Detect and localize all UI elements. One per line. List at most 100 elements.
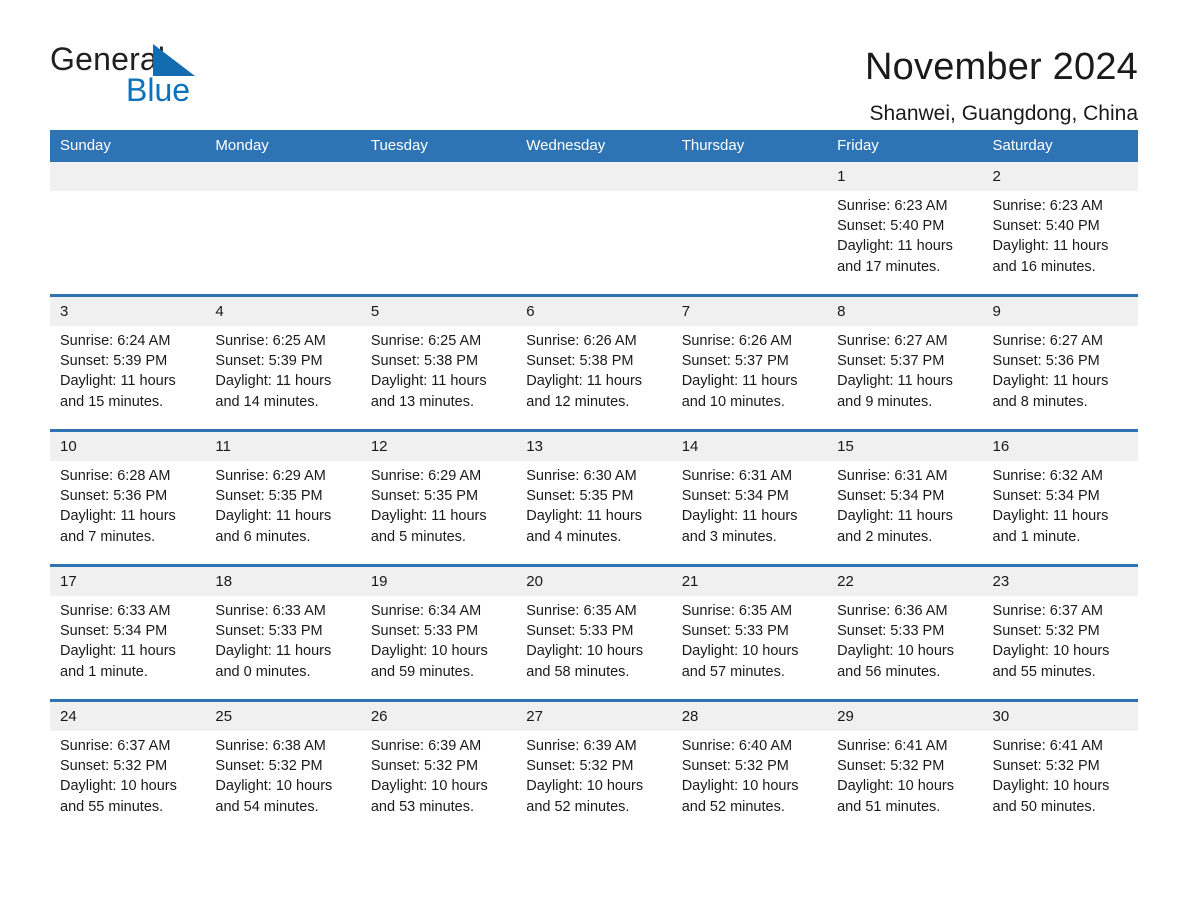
day-number: 17 [50, 567, 206, 596]
sunrise-time: Sunrise: 6:25 AM [370, 333, 482, 349]
day-number: 22 [827, 567, 983, 596]
calendar-day-cell[interactable]: 13 Sunrise: 6:30 AM Sunset: 5:35 PM Dayligh… [516, 429, 672, 566]
calendar-day-cell[interactable]: 6 Sunrise: 6:26 AM Sunset: 5:38 PM Daylight… [516, 294, 672, 431]
daylight-duration-line1: Daylight: 10 hours [992, 643, 1110, 660]
day-details: Sunrise: 6:41 AM Sunset: 5:32 PM Daylight:… [983, 731, 1138, 817]
calendar-day-cell-empty [516, 162, 672, 296]
day-details: Sunrise: 6:37 AM Sunset: 5:32 PM Daylight:… [50, 731, 205, 817]
daylight-duration-line1: Daylight: 11 hours [215, 643, 332, 660]
daylight-duration-line1: Daylight: 11 hours [837, 508, 953, 525]
calendar-day-cell[interactable]: 1 Sunrise: 6:23 AM Sunset: 5:40 PM Daylight… [827, 162, 983, 296]
calendar-day-cell[interactable]: 24 Sunrise: 6:37 AM Sunset: 5:32 PM Dayligh… [50, 699, 206, 834]
calendar-day-cell[interactable]: 7 Sunrise: 6:26 AM Sunset: 5:37 PM Daylight… [671, 294, 828, 431]
calendar-day-cell[interactable]: 11 Sunrise: 6:29 AM Sunset: 5:35 PM Dayligh… [205, 429, 361, 566]
daylight-duration-line1: Daylight: 10 hours [526, 778, 644, 795]
daylight-duration-line2: and 9 minutes. [837, 393, 933, 410]
day-details: Sunrise: 6:33 AM Sunset: 5:34 PM Daylight:… [50, 596, 205, 682]
daylight-duration-line1: Daylight: 11 hours [681, 508, 798, 525]
calendar-day-cell[interactable]: 9 Sunrise: 6:27 AM Sunset: 5:36 PM Daylight… [982, 294, 1138, 431]
daylight-duration-line2: and 0 minutes. [215, 663, 311, 680]
calendar-day-cell[interactable]: 15 Sunrise: 6:31 AM Sunset: 5:34 PM Dayligh… [827, 429, 983, 566]
calendar-day-cell[interactable]: 16 Sunrise: 6:32 AM Sunset: 5:34 PM Dayligh… [982, 429, 1138, 566]
daylight-duration-line1: Daylight: 10 hours [681, 643, 799, 660]
sunset-time: Sunset: 5:37 PM [681, 353, 789, 370]
sunset-time: Sunset: 5:34 PM [60, 623, 168, 640]
day-number: 4 [205, 297, 361, 326]
calendar-day-cell[interactable]: 3 Sunrise: 6:24 AM Sunset: 5:39 PM Daylight… [50, 294, 206, 431]
day-number: 20 [516, 567, 672, 596]
calendar-day-cell[interactable]: 27 Sunrise: 6:39 AM Sunset: 5:32 PM Dayligh… [516, 699, 672, 834]
day-number: 11 [205, 432, 361, 461]
calendar-day-cell[interactable]: 10 Sunrise: 6:28 AM Sunset: 5:36 PM Dayligh… [50, 429, 206, 566]
sunrise-time: Sunrise: 6:34 AM [370, 603, 482, 619]
daylight-duration-line1: Daylight: 10 hours [370, 643, 488, 660]
daylight-duration-line2: and 50 minutes. [992, 798, 1096, 815]
calendar-day-cell[interactable]: 2 Sunrise: 6:23 AM Sunset: 5:40 PM Daylight… [982, 162, 1138, 296]
daylight-duration-line2: and 6 minutes. [215, 528, 311, 545]
daylight-duration-line2: and 13 minutes. [370, 393, 475, 410]
day-number: 14 [671, 432, 828, 461]
calendar-day-cell[interactable]: 21 Sunrise: 6:35 AM Sunset: 5:33 PM Dayligh… [671, 564, 828, 701]
daylight-duration-line1: Daylight: 11 hours [992, 508, 1109, 525]
sunset-time: Sunset: 5:35 PM [370, 488, 479, 505]
calendar-day-cell[interactable]: 25 Sunrise: 6:38 AM Sunset: 5:32 PM Dayligh… [205, 699, 361, 834]
sunrise-time: Sunrise: 6:37 AM [60, 738, 171, 754]
sunrise-time: Sunrise: 6:26 AM [526, 333, 637, 349]
calendar-day-cell[interactable]: 22 Sunrise: 6:36 AM Sunset: 5:33 PM Dayligh… [827, 564, 983, 701]
sunset-time: Sunset: 5:36 PM [60, 488, 168, 505]
sunrise-time: Sunrise: 6:33 AM [215, 603, 326, 619]
calendar-day-cell[interactable]: 12 Sunrise: 6:29 AM Sunset: 5:35 PM Dayligh… [360, 429, 517, 566]
calendar-day-cell[interactable]: 8 Sunrise: 6:27 AM Sunset: 5:37 PM Daylight… [827, 294, 983, 431]
daylight-duration-line1: Daylight: 11 hours [370, 508, 487, 525]
day-number: 15 [827, 432, 983, 461]
sunset-time: Sunset: 5:33 PM [837, 623, 945, 640]
daylight-duration-line2: and 10 minutes. [681, 393, 785, 410]
general-blue-logo[interactable]: General Blue [50, 42, 280, 114]
calendar-day-cell-empty [50, 162, 206, 296]
calendar-day-cell[interactable]: 28 Sunrise: 6:40 AM Sunset: 5:32 PM Dayligh… [671, 699, 828, 834]
day-details: Sunrise: 6:23 AM Sunset: 5:40 PM Daylight:… [983, 191, 1138, 277]
daylight-duration-line1: Daylight: 10 hours [837, 643, 954, 660]
day-details: Sunrise: 6:27 AM Sunset: 5:36 PM Daylight:… [983, 326, 1138, 412]
daylight-duration-line2: and 55 minutes. [992, 663, 1096, 680]
calendar-day-cell[interactable]: 19 Sunrise: 6:34 AM Sunset: 5:33 PM Dayligh… [360, 564, 517, 701]
sunrise-time: Sunrise: 6:23 AM [992, 198, 1103, 214]
calendar-day-cell[interactable]: 23 Sunrise: 6:37 AM Sunset: 5:32 PM Dayligh… [982, 564, 1138, 701]
daylight-duration-line1: Daylight: 11 hours [60, 643, 176, 660]
daylight-duration-line2: and 1 minute. [992, 528, 1081, 545]
daylight-duration-line1: Daylight: 11 hours [215, 508, 332, 525]
daylight-duration-line2: and 53 minutes. [370, 798, 475, 815]
calendar-day-cell[interactable]: 18 Sunrise: 6:33 AM Sunset: 5:33 PM Dayligh… [205, 564, 361, 701]
calendar-day-cell[interactable]: 26 Sunrise: 6:39 AM Sunset: 5:32 PM Dayligh… [360, 699, 517, 834]
daylight-duration-line2: and 14 minutes. [215, 393, 319, 410]
sunrise-time: Sunrise: 6:32 AM [992, 468, 1103, 484]
calendar-day-cell[interactable]: 29 Sunrise: 6:41 AM Sunset: 5:32 PM Dayligh… [827, 699, 983, 834]
day-number: 9 [982, 297, 1138, 326]
daylight-duration-line2: and 56 minutes. [837, 663, 941, 680]
sunrise-time: Sunrise: 6:29 AM [370, 468, 482, 484]
calendar-day-cell[interactable]: 4 Sunrise: 6:25 AM Sunset: 5:39 PM Daylight… [205, 294, 361, 431]
daylight-duration-line1: Daylight: 11 hours [60, 373, 176, 390]
sunset-time: Sunset: 5:32 PM [992, 758, 1100, 775]
day-number: 8 [827, 297, 983, 326]
calendar-day-cell[interactable]: 20 Sunrise: 6:35 AM Sunset: 5:33 PM Dayligh… [516, 564, 672, 701]
day-number: 30 [982, 702, 1138, 731]
calendar-day-cell[interactable]: 5 Sunrise: 6:25 AM Sunset: 5:38 PM Daylight… [360, 294, 517, 431]
day-details: Sunrise: 6:30 AM Sunset: 5:35 PM Daylight:… [516, 461, 671, 547]
sunrise-time: Sunrise: 6:28 AM [60, 468, 171, 484]
calendar-day-cell[interactable]: 30 Sunrise: 6:41 AM Sunset: 5:32 PM Dayligh… [982, 699, 1138, 834]
daylight-duration-line1: Daylight: 10 hours [60, 778, 177, 795]
daylight-duration-line2: and 2 minutes. [837, 528, 933, 545]
sunrise-time: Sunrise: 6:41 AM [992, 738, 1103, 754]
calendar-day-cell[interactable]: 14 Sunrise: 6:31 AM Sunset: 5:34 PM Dayligh… [671, 429, 828, 566]
logo-triangle-icon [153, 44, 195, 76]
sunset-time: Sunset: 5:35 PM [526, 488, 634, 505]
calendar-day-cell[interactable]: 17 Sunrise: 6:33 AM Sunset: 5:34 PM Dayligh… [50, 564, 206, 701]
day-details: Sunrise: 6:27 AM Sunset: 5:37 PM Daylight:… [827, 326, 982, 412]
day-number: 6 [516, 297, 672, 326]
title-block: November 2024 Shanwei, Guangdong, China [865, 42, 1138, 129]
calendar-header-row: Sunday Monday Tuesday Wednesday Thursday Frid… [50, 130, 1138, 162]
sunset-time: Sunset: 5:38 PM [370, 353, 479, 370]
day-number: 26 [360, 702, 517, 731]
weekday-header-row: Sunday Monday Tuesday Wednesday Thursday Frid… [50, 130, 1138, 162]
